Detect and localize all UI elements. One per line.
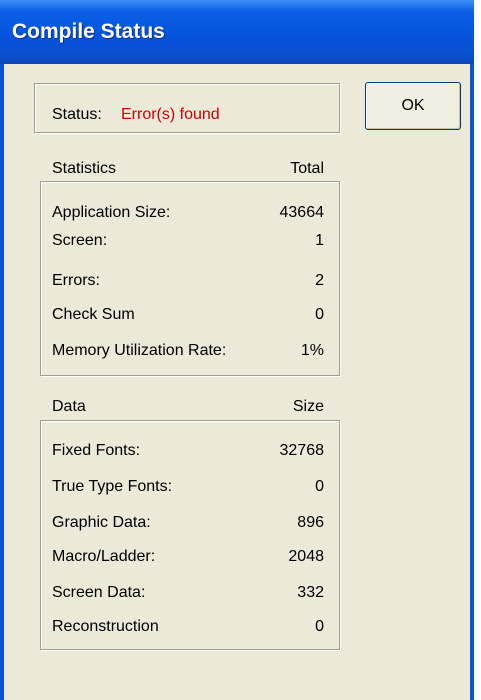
data-row-label: Fixed Fonts:	[52, 442, 141, 459]
data-row-value: 32768	[279, 442, 325, 459]
data-row-label: True Type Fonts:	[52, 478, 173, 495]
data-row-value: 0	[315, 478, 324, 495]
data-row-label: Macro/Ladder:	[52, 548, 156, 565]
status-label: Status:	[52, 106, 102, 123]
total-header: Total	[290, 160, 324, 177]
data-row-label: Graphic Data:	[52, 514, 151, 531]
title-bar[interactable]: Compile Status	[0, 0, 474, 64]
window-title: Compile Status	[12, 20, 165, 43]
data-row-label: Screen Data:	[52, 584, 146, 601]
stat-row-label: Check Sum	[52, 306, 135, 323]
stat-row-label: Memory Utilization Rate:	[52, 342, 227, 359]
data-header: Data	[52, 398, 86, 415]
data-row-value: 0	[315, 618, 324, 635]
status-value: Error(s) found	[121, 106, 220, 123]
ok-button[interactable]: OK	[365, 82, 461, 130]
data-row-label: Reconstruction	[52, 618, 159, 635]
compile-status-window: Compile Status Status: Error(s) found OK…	[0, 0, 474, 700]
stat-row-value: 1	[315, 232, 324, 249]
stat-row-label: Screen:	[52, 232, 108, 249]
data-row-value: 332	[297, 584, 324, 601]
stat-row-value: 1%	[300, 342, 324, 359]
stat-row-value: 0	[315, 306, 324, 323]
stat-row-value: 2	[315, 272, 324, 289]
statistics-header: Statistics	[52, 160, 117, 177]
ok-button-label: OK	[401, 97, 425, 114]
data-row-value: 896	[297, 514, 324, 531]
stat-row-label: Application Size:	[52, 204, 171, 221]
size-header: Size	[292, 398, 324, 415]
stat-row-label: Errors:	[52, 272, 100, 289]
data-row-value: 2048	[288, 548, 324, 565]
stat-row-value: 43664	[279, 204, 325, 221]
